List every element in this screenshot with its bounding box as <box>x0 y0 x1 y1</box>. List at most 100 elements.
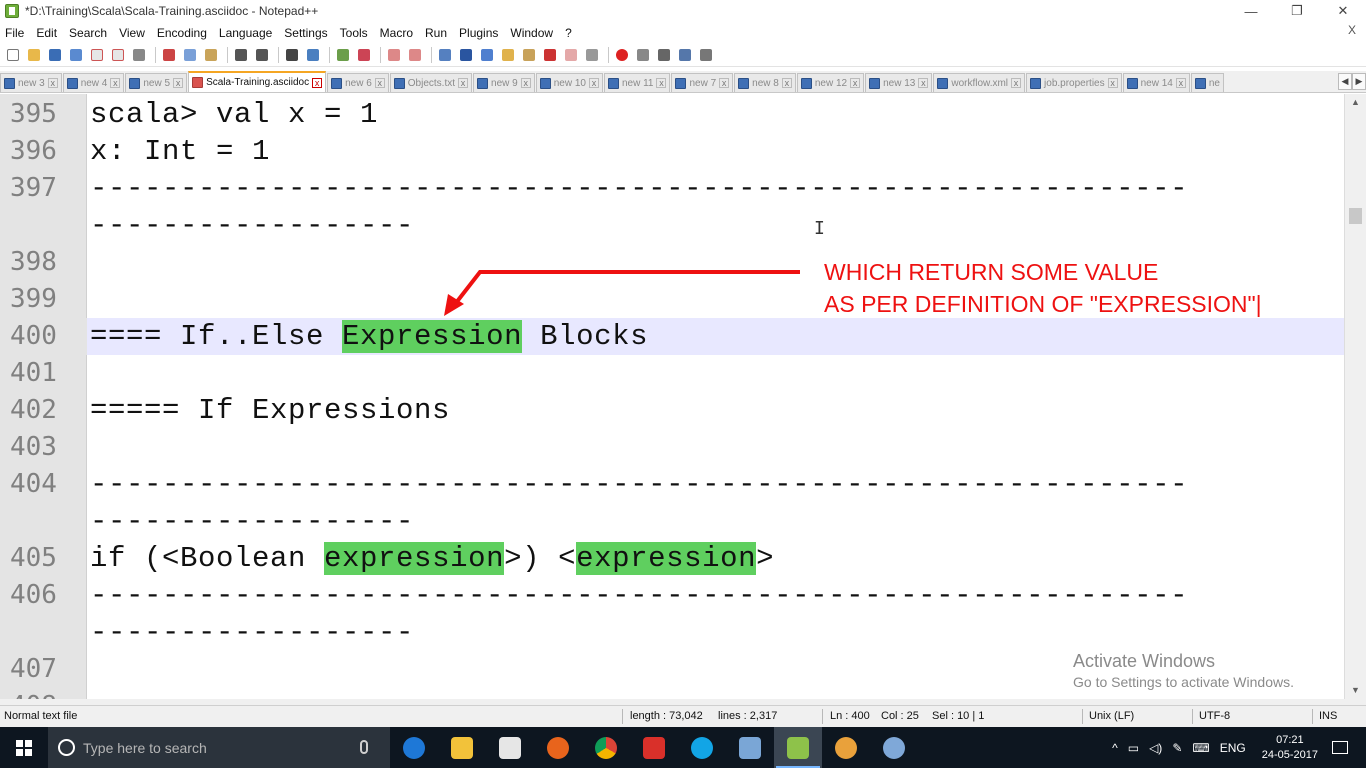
tab-new-13[interactable]: new 13 x <box>865 73 933 92</box>
tab-scroll-right-icon[interactable]: ▶ <box>1352 73 1366 90</box>
scroll-down-icon[interactable]: ▼ <box>1345 682 1366 699</box>
code-area[interactable]: 395 scala> val x = 1 396 x: Int = 1 397 … <box>0 94 1344 699</box>
menu-plugins[interactable]: Plugins <box>459 26 498 40</box>
close-button[interactable]: ✕ <box>1320 0 1366 22</box>
tab-close-icon[interactable]: x <box>520 78 531 88</box>
action-center-icon[interactable] <box>1332 741 1348 754</box>
taskbar-app-flower[interactable] <box>822 727 870 768</box>
tab-close-icon[interactable]: x <box>588 78 599 88</box>
redo-icon[interactable] <box>253 46 270 63</box>
tab-new-6[interactable]: new 6x <box>327 73 389 92</box>
tab-new-12[interactable]: new 12 x <box>796 73 865 92</box>
restore-button[interactable]: ❐ <box>1274 0 1320 22</box>
network-icon[interactable]: ▭ <box>1128 741 1139 755</box>
vertical-scrollbar[interactable]: ▲ ▼ <box>1344 94 1366 699</box>
paste-icon[interactable] <box>202 46 219 63</box>
taskbar-file-explorer[interactable] <box>438 727 486 768</box>
replace-icon[interactable] <box>304 46 321 63</box>
menu-settings[interactable]: Settings <box>284 26 327 40</box>
language-indicator[interactable]: ENG <box>1220 741 1246 755</box>
scroll-up-icon[interactable]: ▲ <box>1345 94 1366 111</box>
sync-horizontal-icon[interactable] <box>406 46 423 63</box>
record-macro-icon[interactable] <box>613 46 630 63</box>
tab-new-4[interactable]: new 4x <box>62 73 125 92</box>
run-macro-multiple-icon[interactable] <box>676 46 693 63</box>
close-file-icon[interactable] <box>88 46 105 63</box>
menu-run[interactable]: Run <box>425 26 447 40</box>
menu-macro[interactable]: Macro <box>380 26 413 40</box>
menu-encoding[interactable]: Encoding <box>157 26 207 40</box>
menu-file[interactable]: File <box>5 26 24 40</box>
language-icon[interactable] <box>499 46 516 63</box>
tab-close-icon[interactable]: x <box>781 78 792 88</box>
tab-scala-training[interactable]: Scala-Training.asciidoc x <box>188 71 327 92</box>
save-icon[interactable] <box>46 46 63 63</box>
close-all-icon[interactable] <box>109 46 126 63</box>
tab-new-14[interactable]: new 14 x <box>1122 73 1190 92</box>
open-file-icon[interactable] <box>25 46 42 63</box>
taskbar-skype[interactable] <box>678 727 726 768</box>
keyboard-icon[interactable]: ⌨ <box>1192 741 1209 755</box>
scrollbar-thumb[interactable] <box>1349 208 1362 224</box>
play-macro-icon[interactable] <box>655 46 672 63</box>
menu-help[interactable]: ? <box>565 26 572 40</box>
new-file-icon[interactable] <box>4 46 21 63</box>
sync-vertical-icon[interactable] <box>385 46 402 63</box>
zoom-out-icon[interactable] <box>355 46 372 63</box>
monitoring-icon[interactable] <box>583 46 600 63</box>
taskbar-chrome[interactable] <box>582 727 630 768</box>
taskbar-firefox[interactable] <box>534 727 582 768</box>
tab-job-properties[interactable]: job.properties x <box>1026 73 1122 92</box>
undo-icon[interactable] <box>232 46 249 63</box>
taskbar-app-red[interactable] <box>630 727 678 768</box>
tab-new-9[interactable]: new 9x <box>473 73 535 92</box>
doc-map-icon[interactable] <box>520 46 537 63</box>
tab-workflow-xml[interactable]: workflow.xml x <box>933 73 1026 92</box>
tab-close-icon[interactable]: x <box>173 78 184 88</box>
tab-close-icon[interactable]: x <box>458 78 469 88</box>
close-document-icon[interactable]: X <box>1348 23 1356 37</box>
tab-close-icon[interactable]: x <box>1175 78 1186 88</box>
find-icon[interactable] <box>283 46 300 63</box>
microphone-icon[interactable] <box>360 740 368 754</box>
taskbar-virtualbox[interactable] <box>726 727 774 768</box>
menu-window[interactable]: Window <box>510 26 553 40</box>
save-macro-icon[interactable] <box>697 46 714 63</box>
save-all-icon[interactable] <box>67 46 84 63</box>
tab-new-5[interactable]: new 5x <box>125 73 188 92</box>
copy-icon[interactable] <box>181 46 198 63</box>
menu-tools[interactable]: Tools <box>340 26 368 40</box>
editor-pane[interactable]: 395 scala> val x = 1 396 x: Int = 1 397 … <box>0 94 1366 699</box>
show-all-chars-icon[interactable] <box>457 46 474 63</box>
taskbar-store[interactable] <box>486 727 534 768</box>
tab-close-icon[interactable]: x <box>47 78 58 88</box>
tab-new-10[interactable]: new 10 x <box>535 73 603 92</box>
taskbar-app-paint[interactable] <box>870 727 918 768</box>
function-list-icon[interactable] <box>541 46 558 63</box>
taskbar-edge[interactable] <box>390 727 438 768</box>
tab-close-icon[interactable]: x <box>1107 78 1118 88</box>
tab-scroll-left-icon[interactable]: ◀ <box>1338 73 1352 90</box>
stop-macro-icon[interactable] <box>634 46 651 63</box>
tab-close-icon[interactable]: x <box>719 78 730 88</box>
tab-close-icon[interactable]: x <box>656 78 667 88</box>
tab-new-7[interactable]: new 7x <box>671 73 734 92</box>
indent-guide-icon[interactable] <box>478 46 495 63</box>
word-wrap-icon[interactable] <box>436 46 453 63</box>
tab-close-icon[interactable]: x <box>918 78 929 88</box>
volume-icon[interactable]: ◁) <box>1149 741 1162 755</box>
menu-language[interactable]: Language <box>219 26 272 40</box>
menu-view[interactable]: View <box>119 26 145 40</box>
show-hidden-icons-icon[interactable]: ^ <box>1112 741 1118 755</box>
menu-edit[interactable]: Edit <box>36 26 57 40</box>
taskbar-search[interactable]: Type here to search <box>48 727 390 768</box>
tab-close-icon[interactable]: x <box>850 78 861 88</box>
tab-close-icon[interactable]: x <box>312 77 323 88</box>
menu-search[interactable]: Search <box>69 26 107 40</box>
cut-icon[interactable] <box>160 46 177 63</box>
minimize-button[interactable]: — <box>1228 0 1274 22</box>
tab-objects-txt[interactable]: Objects.txt x <box>389 73 473 92</box>
tab-new-11[interactable]: new 11 x <box>603 73 671 92</box>
tab-new-3[interactable]: new 3x <box>0 73 62 92</box>
zoom-in-icon[interactable] <box>334 46 351 63</box>
